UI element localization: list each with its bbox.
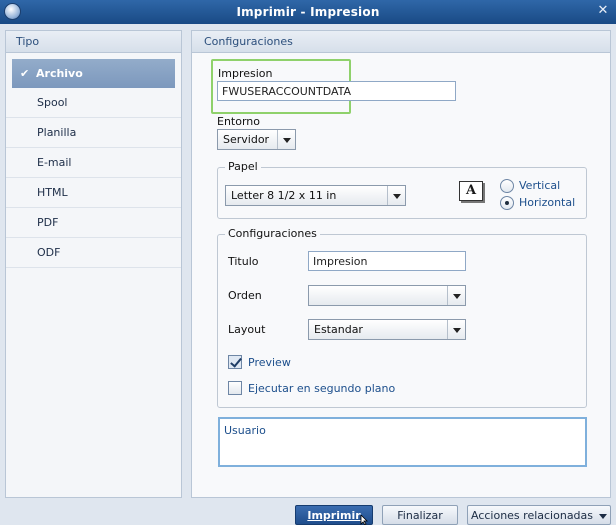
titulo-label: Titulo (228, 255, 259, 268)
acciones-label: Acciones relacionadas (470, 509, 594, 522)
tipo-item-label: Spool (37, 96, 68, 109)
finalizar-button[interactable]: Finalizar (382, 505, 458, 525)
entorno-value: Servidor (223, 133, 270, 146)
tipo-item-html[interactable]: HTML (6, 178, 181, 208)
tipo-item-label: PDF (37, 216, 59, 229)
tipo-item-pdf[interactable]: PDF (6, 208, 181, 238)
titulo-input[interactable]: Impresion (308, 251, 466, 271)
tipo-panel: Tipo ✔ Archivo Spool Planilla E-mail HTML… (5, 30, 182, 498)
layout-select[interactable]: Estandar (308, 319, 466, 340)
tipo-item-label: E-mail (37, 156, 72, 169)
chevron-down-icon[interactable] (277, 130, 295, 149)
orden-label: Orden (228, 289, 262, 302)
tipo-item-label: ODF (37, 246, 61, 259)
papel-group: Papel Letter 8 1/2 x 11 in A Vertical Ho… (217, 160, 587, 219)
preview-label[interactable]: Preview (248, 356, 291, 369)
configuraciones-header: Configuraciones (192, 31, 610, 53)
checkmark-icon: ✔ (20, 67, 30, 80)
mouse-cursor-icon (360, 515, 368, 525)
segundo-plano-label[interactable]: Ejecutar en segundo plano (248, 382, 395, 395)
tipo-item-label: HTML (37, 186, 68, 199)
tipo-item-spool[interactable]: Spool (6, 88, 181, 118)
horizontal-radio[interactable] (500, 196, 514, 210)
paper-size-select[interactable]: Letter 8 1/2 x 11 in (225, 185, 406, 206)
tipo-item-odf[interactable]: ODF (6, 238, 181, 268)
configuraciones-panel: Configuraciones Impresion FWUSERACCOUNTD… (191, 30, 611, 498)
preview-checkbox[interactable] (228, 355, 242, 369)
chevron-down-icon[interactable] (447, 320, 465, 339)
segundo-plano-checkbox[interactable] (228, 381, 242, 395)
vertical-label[interactable]: Vertical (519, 179, 560, 192)
usuario-textarea[interactable]: Usuario (218, 417, 587, 467)
title-bar: Imprimir - Impresion ✕ (0, 0, 616, 24)
finalizar-label: Finalizar (397, 509, 443, 522)
chevron-down-icon[interactable] (447, 286, 465, 305)
configuraciones-legend: Configuraciones (225, 227, 320, 240)
chevron-down-icon (599, 513, 608, 519)
impresion-label: Impresion (218, 67, 273, 80)
tipo-list: ✔ Archivo Spool Planilla E-mail HTML PDF … (6, 59, 181, 268)
acciones-relacionadas-button[interactable]: Acciones relacionadas (467, 505, 611, 525)
tipo-item-label: Archivo (36, 67, 83, 80)
tipo-item-archivo[interactable]: ✔ Archivo (12, 59, 175, 88)
tipo-item-label: Planilla (37, 126, 77, 139)
tipo-item-planilla[interactable]: Planilla (6, 118, 181, 148)
layout-label: Layout (228, 323, 266, 336)
impresion-input[interactable]: FWUSERACCOUNTDATA (217, 81, 456, 101)
page-orientation-icon: A (459, 181, 483, 201)
window-title: Imprimir - Impresion (236, 5, 380, 19)
layout-value: Estandar (314, 323, 363, 336)
orden-select[interactable] (308, 285, 466, 306)
configuraciones-group: Configuraciones Titulo Impresion Orden L… (217, 227, 587, 408)
tipo-header: Tipo (6, 31, 181, 53)
horizontal-label[interactable]: Horizontal (519, 196, 575, 209)
chevron-down-icon[interactable] (387, 186, 405, 205)
entorno-label: Entorno (217, 115, 260, 128)
paper-size-value: Letter 8 1/2 x 11 in (231, 189, 337, 202)
close-icon[interactable]: ✕ (596, 4, 610, 18)
entorno-select[interactable]: Servidor (217, 129, 296, 150)
papel-legend: Papel (225, 160, 261, 173)
imprimir-label: Imprimir (307, 509, 361, 522)
footer-bar: Imprimir Finalizar Acciones relacionadas (0, 500, 616, 525)
vertical-radio[interactable] (500, 179, 514, 193)
tipo-item-email[interactable]: E-mail (6, 148, 181, 178)
